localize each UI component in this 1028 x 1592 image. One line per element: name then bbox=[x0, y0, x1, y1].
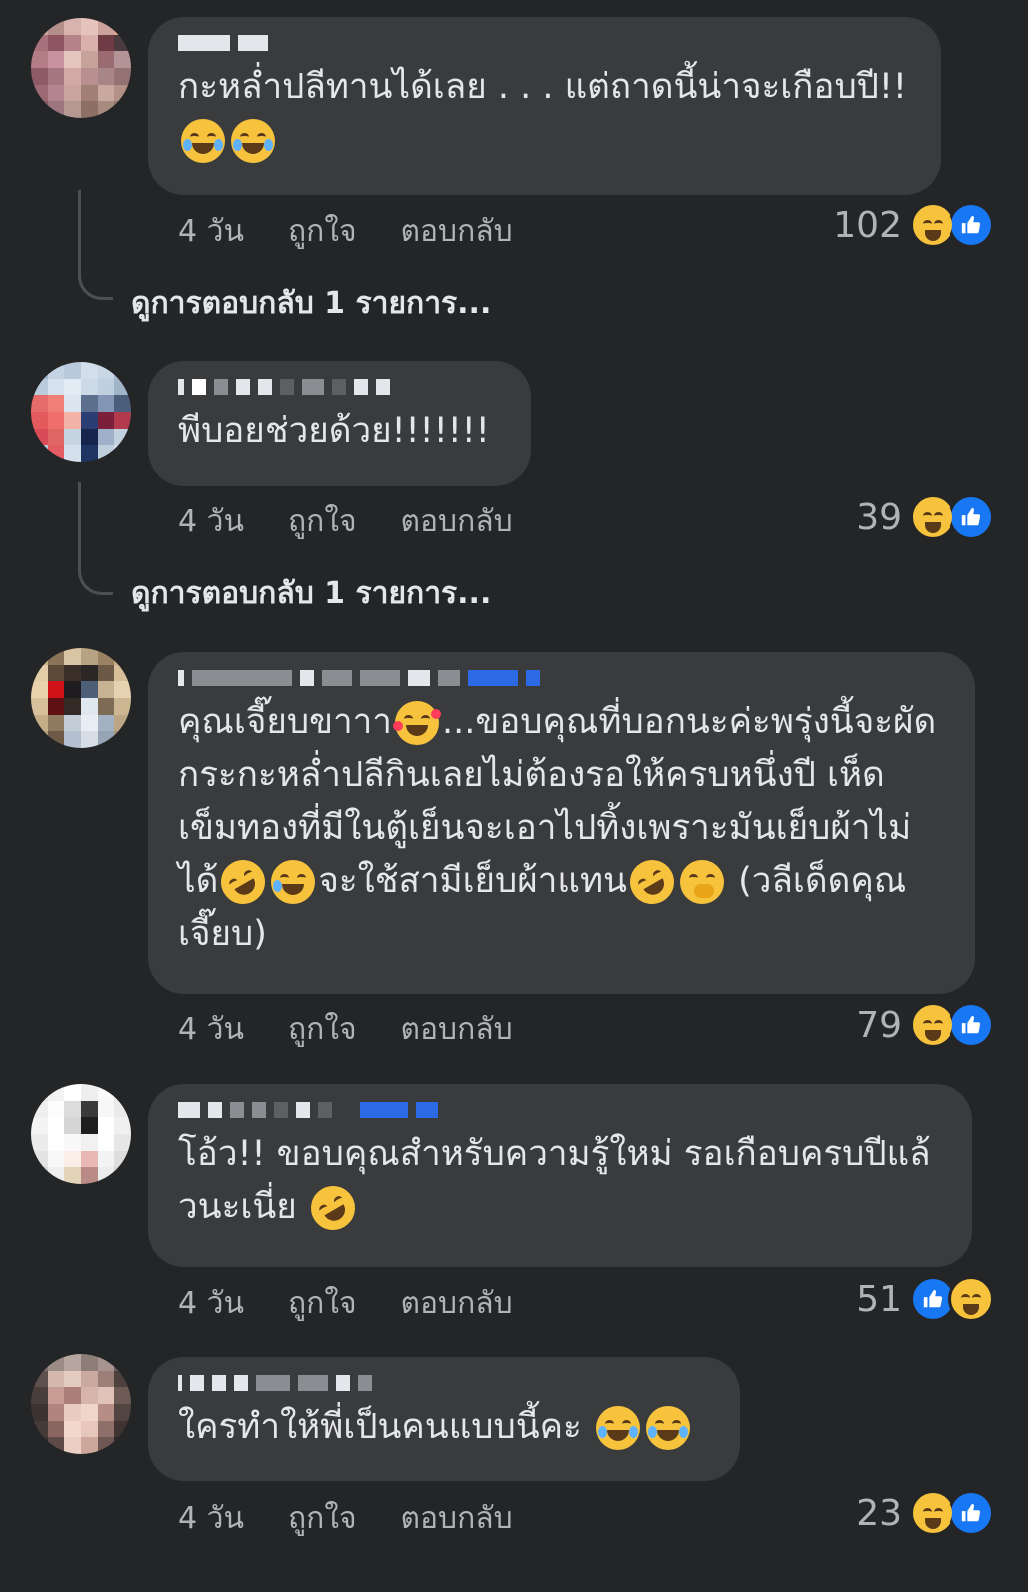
haha-reaction-icon bbox=[910, 1002, 956, 1048]
smiling-face-with-hearts-emoji bbox=[392, 701, 441, 745]
reaction-summary[interactable]: 79 bbox=[856, 1002, 994, 1048]
like-link[interactable]: ถูกใจ bbox=[288, 1495, 357, 1542]
reaction-count: 102 bbox=[833, 204, 902, 246]
joy-tears-emoji bbox=[181, 119, 225, 163]
avatar[interactable] bbox=[31, 1084, 131, 1184]
reply-link[interactable]: ตอบกลับ bbox=[401, 1495, 513, 1542]
comment-text: พีบอยช่วยด้วย!!!!!!! bbox=[178, 411, 490, 451]
comment-meta: 4 วัน ถูกใจ ตอบกลับ bbox=[178, 208, 513, 255]
haha-reaction-icon bbox=[910, 202, 956, 248]
timestamp[interactable]: 4 วัน bbox=[178, 1006, 244, 1053]
author-name-blurred[interactable] bbox=[178, 375, 501, 399]
author-name-blurred[interactable] bbox=[178, 1098, 942, 1122]
reaction-summary[interactable]: 23 bbox=[856, 1490, 994, 1536]
comment-bubble: พีบอยช่วยด้วย!!!!!!! bbox=[148, 361, 531, 486]
like-link[interactable]: ถูกใจ bbox=[288, 498, 357, 545]
comment-bubble: คุณเจี๊ยบขาาา ...ขอบคุณที่บอกนะค่ะพรุ่งนี… bbox=[148, 652, 975, 994]
reply-link[interactable]: ตอบกลับ bbox=[401, 1280, 513, 1327]
rolling-laughing-emoji bbox=[302, 1177, 363, 1239]
timestamp[interactable]: 4 วัน bbox=[178, 208, 244, 255]
like-link[interactable]: ถูกใจ bbox=[288, 208, 357, 255]
like-reaction-icon bbox=[948, 202, 994, 248]
like-reaction-icon bbox=[948, 494, 994, 540]
avatar[interactable] bbox=[31, 362, 131, 462]
comment-text: กะหล่ำปลีทานได้เลย . . . แต่ถาดนี้น่าจะเ… bbox=[178, 61, 911, 167]
avatar[interactable] bbox=[31, 18, 131, 118]
reaction-count: 79 bbox=[856, 1004, 902, 1046]
reaction-count: 23 bbox=[856, 1492, 902, 1534]
reply-link[interactable]: ตอบกลับ bbox=[401, 498, 513, 545]
reply-thread-line bbox=[78, 190, 113, 300]
comment-text: โอ้ว!! ขอบคุณสำหรับความรู้ใหม่ รอเกือบคร… bbox=[178, 1128, 942, 1239]
comment-meta: 4 วัน ถูกใจ ตอบกลับ bbox=[178, 498, 513, 545]
reaction-summary[interactable]: 51 bbox=[856, 1276, 994, 1322]
reaction-count: 39 bbox=[856, 496, 902, 538]
comment-bubble: กะหล่ำปลีทานได้เลย . . . แต่ถาดนี้น่าจะเ… bbox=[148, 17, 941, 195]
joy-tears-emoji bbox=[645, 1406, 690, 1450]
like-link[interactable]: ถูกใจ bbox=[288, 1280, 357, 1327]
avatar[interactable] bbox=[31, 1354, 131, 1454]
like-reaction-icon bbox=[948, 1490, 994, 1536]
comment-meta: 4 วัน ถูกใจ ตอบกลับ bbox=[178, 1280, 513, 1327]
reaction-count: 51 bbox=[856, 1278, 902, 1320]
view-replies-link[interactable]: ดูการตอบกลับ 1 รายการ... bbox=[131, 280, 491, 327]
rolling-laughing-emoji bbox=[213, 851, 274, 913]
comment-text: ใครทำให้พี่เป็นคนแบบนี้คะ bbox=[178, 1401, 710, 1454]
reply-thread-line bbox=[78, 482, 113, 595]
joy-tears-emoji bbox=[595, 1406, 640, 1450]
rolling-laughing-emoji bbox=[621, 851, 683, 913]
author-name-blurred[interactable] bbox=[178, 1371, 710, 1395]
reply-link[interactable]: ตอบกลับ bbox=[401, 1006, 513, 1053]
grinning-sweat-emoji bbox=[271, 860, 316, 904]
haha-reaction-icon bbox=[910, 494, 956, 540]
comment-meta: 4 วัน ถูกใจ ตอบกลับ bbox=[178, 1495, 513, 1542]
avatar[interactable] bbox=[31, 648, 131, 748]
like-link[interactable]: ถูกใจ bbox=[288, 1006, 357, 1053]
joy-tears-emoji bbox=[231, 119, 275, 163]
haha-reaction-icon bbox=[948, 1276, 994, 1322]
author-name-blurred[interactable] bbox=[178, 666, 945, 690]
comment-bubble: โอ้ว!! ขอบคุณสำหรับความรู้ใหม่ รอเกือบคร… bbox=[148, 1084, 972, 1267]
timestamp[interactable]: 4 วัน bbox=[178, 1280, 244, 1327]
haha-reaction-icon bbox=[910, 1490, 956, 1536]
comment-meta: 4 วัน ถูกใจ ตอบกลับ bbox=[178, 1006, 513, 1053]
reaction-summary[interactable]: 39 bbox=[856, 494, 994, 540]
like-reaction-icon bbox=[948, 1002, 994, 1048]
comment-bubble: ใครทำให้พี่เป็นคนแบบนี้คะ bbox=[148, 1357, 740, 1481]
author-name-blurred[interactable] bbox=[178, 31, 911, 55]
view-replies-link[interactable]: ดูการตอบกลับ 1 รายการ... bbox=[131, 570, 491, 617]
hand-over-mouth-emoji bbox=[680, 860, 724, 904]
reaction-summary[interactable]: 102 bbox=[833, 202, 994, 248]
comment-text: คุณเจี๊ยบขาาา ...ขอบคุณที่บอกนะค่ะพรุ่งนี… bbox=[178, 701, 937, 954]
timestamp[interactable]: 4 วัน bbox=[178, 498, 244, 545]
timestamp[interactable]: 4 วัน bbox=[178, 1495, 244, 1542]
reply-link[interactable]: ตอบกลับ bbox=[401, 208, 513, 255]
